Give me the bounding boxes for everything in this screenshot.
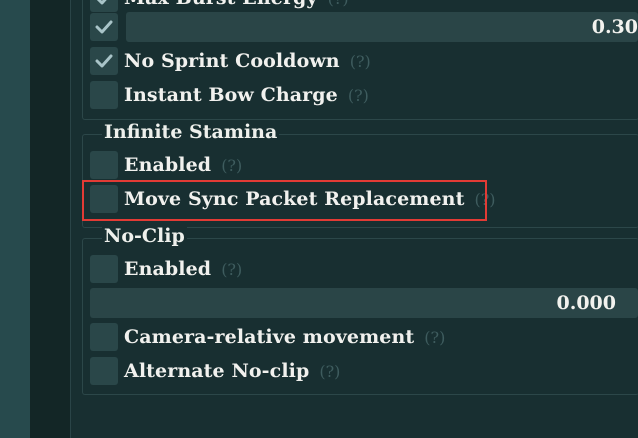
infinite-stamina-title: Infinite Stamina [102, 121, 280, 143]
no-sprint-cooldown-label: No Sprint Cooldown [124, 50, 340, 72]
no-clip-title: No-Clip [102, 225, 187, 247]
burst-energy-slider[interactable]: 0.30 [126, 12, 638, 42]
noclip-enabled-checkbox[interactable] [90, 255, 118, 283]
help-icon[interactable]: (?) [424, 328, 445, 347]
instant-bow-charge-row[interactable]: Instant Bow Charge (?) [90, 81, 369, 109]
help-icon[interactable]: (?) [221, 156, 242, 175]
outer-sidebar [0, 0, 30, 438]
camera-relative-label: Camera-relative movement [124, 326, 415, 348]
sidebar-gutter [30, 0, 70, 438]
help-icon[interactable]: (?) [350, 52, 371, 71]
max-burst-energy-label: Max Burst Energy [124, 0, 318, 9]
stamina-enabled-checkbox[interactable] [90, 151, 118, 179]
alternate-noclip-label: Alternate No-clip [124, 360, 310, 382]
camera-relative-checkbox[interactable] [90, 323, 118, 351]
help-icon[interactable]: (?) [328, 0, 349, 8]
checkmark-icon [95, 20, 113, 34]
noclip-speed-slider-value: 0.000 [556, 292, 617, 314]
instant-bow-charge-checkbox[interactable] [90, 81, 118, 109]
noclip-speed-slider[interactable]: 0.000 [90, 288, 638, 318]
checkmark-icon [95, 54, 113, 68]
camera-relative-row[interactable]: Camera-relative movement (?) [90, 323, 445, 351]
burst-energy-slider-value: 0.30 [591, 16, 638, 38]
burst-slider-row [90, 13, 118, 41]
alternate-noclip-checkbox[interactable] [90, 357, 118, 385]
checkmark-icon [96, 0, 107, 5]
stamina-enabled-row[interactable]: Enabled (?) [90, 151, 242, 179]
instant-bow-charge-label: Instant Bow Charge [124, 84, 338, 106]
no-sprint-cooldown-checkbox[interactable] [90, 47, 118, 75]
help-icon[interactable]: (?) [221, 260, 242, 279]
noclip-enabled-label: Enabled [124, 258, 212, 280]
alternate-noclip-row[interactable]: Alternate No-clip (?) [90, 357, 340, 385]
noclip-enabled-row[interactable]: Enabled (?) [90, 255, 242, 283]
max-burst-energy-row[interactable]: Max Burst Energy (?) [90, 0, 349, 12]
highlight-box [82, 180, 487, 221]
max-burst-energy-checkbox[interactable] [90, 0, 118, 12]
burst-slider-checkbox[interactable] [90, 13, 118, 41]
help-icon[interactable]: (?) [319, 362, 340, 381]
no-sprint-cooldown-row[interactable]: No Sprint Cooldown (?) [90, 47, 371, 75]
help-icon[interactable]: (?) [348, 86, 369, 105]
stamina-enabled-label: Enabled [124, 154, 212, 176]
